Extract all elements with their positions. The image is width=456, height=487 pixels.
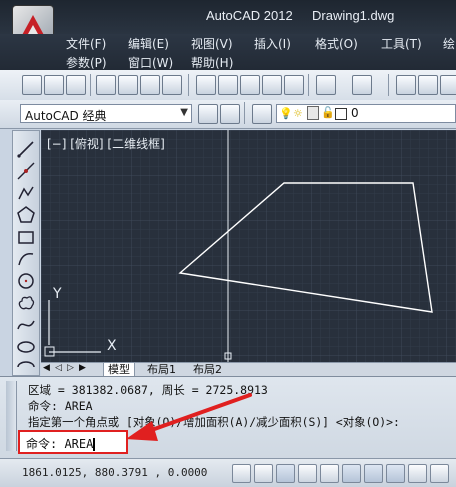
tab-layout1[interactable]: 布局1 xyxy=(143,363,180,377)
chevron-down-icon: ▼ xyxy=(180,107,188,118)
separator xyxy=(90,74,91,96)
publish-icon[interactable] xyxy=(140,75,160,95)
viewport-freeze-icon xyxy=(307,106,319,120)
polygon-icon[interactable] xyxy=(16,205,36,225)
rectangle-icon[interactable] xyxy=(16,227,36,247)
save-icon[interactable] xyxy=(66,75,86,95)
annotation-arrow xyxy=(126,393,252,441)
app-title: AutoCAD 2012 xyxy=(206,8,293,23)
paste-icon[interactable] xyxy=(240,75,260,95)
tab-nav-prev-icon[interactable]: ◁ xyxy=(55,363,62,373)
document-title: Drawing1.dwg xyxy=(312,8,395,23)
title-bar: AutoCAD 2012 Drawing1.dwg xyxy=(0,0,456,34)
3d-object-snap-icon[interactable] xyxy=(364,464,383,483)
layer-color-swatch xyxy=(335,108,347,120)
dynamic-input-icon[interactable] xyxy=(430,464,449,483)
menu-edit[interactable]: 编辑(E) xyxy=(128,35,169,52)
layer-name: 0 xyxy=(351,106,359,120)
ortho-mode-icon[interactable] xyxy=(298,464,317,483)
separator xyxy=(308,74,309,96)
match-properties-icon[interactable] xyxy=(262,75,282,95)
command-input[interactable]: 命令: AREA xyxy=(18,430,128,454)
draw-toolbar xyxy=(12,130,40,376)
infer-constraints-icon[interactable] xyxy=(232,464,251,483)
toolbar-lock-icon[interactable] xyxy=(220,104,240,124)
dynamic-ucs-icon[interactable] xyxy=(408,464,427,483)
lightbulb-icon: 💡 xyxy=(279,107,293,120)
drawing-canvas[interactable]: [−] [俯视] [二维线框] Y X xyxy=(41,130,456,362)
separator xyxy=(188,74,189,96)
standard-toolbar xyxy=(0,70,456,101)
menu-parametric[interactable]: 参数(P) xyxy=(66,54,107,71)
viewport-controls-label[interactable]: [−] [俯视] [二维线框] xyxy=(47,135,165,152)
command-window-grip[interactable] xyxy=(6,381,17,451)
ellipse-icon[interactable] xyxy=(16,337,36,357)
tab-nav-next-icon[interactable]: ▷ xyxy=(67,363,74,373)
tab-layout2[interactable]: 布局2 xyxy=(189,363,226,377)
menu-bar: 文件(F) 编辑(E) 视图(V) 插入(I) 格式(O) 工具(T) 绘 参数… xyxy=(0,34,456,70)
circle-icon[interactable] xyxy=(16,271,36,291)
menu-insert[interactable]: 插入(I) xyxy=(254,35,291,52)
command-history-line: 命令: AREA xyxy=(28,399,93,413)
arc-icon[interactable] xyxy=(16,249,36,269)
copy-icon[interactable] xyxy=(218,75,238,95)
print-icon[interactable] xyxy=(96,75,116,95)
workspace-dropdown[interactable]: AutoCAD 经典 ▼ xyxy=(20,104,192,123)
ucs-x-label: X xyxy=(107,338,117,354)
menu-tools[interactable]: 工具(T) xyxy=(381,35,422,52)
object-snap-icon[interactable] xyxy=(342,464,361,483)
grid-display-icon[interactable] xyxy=(276,464,295,483)
separator xyxy=(388,74,389,96)
workspace-settings-gear-icon[interactable] xyxy=(198,104,218,124)
construction-line-icon[interactable] xyxy=(16,161,36,181)
new-file-icon[interactable] xyxy=(22,75,42,95)
menu-format[interactable]: 格式(O) xyxy=(315,35,358,52)
command-input-text: 命令: AREA xyxy=(26,437,94,451)
layout-tabs: ◀ ◁ ▷ ▶ 模型 布局1 布局2 xyxy=(41,362,456,378)
polar-tracking-icon[interactable] xyxy=(320,464,339,483)
polyline-icon[interactable] xyxy=(16,183,36,203)
plot-preview-icon[interactable] xyxy=(118,75,138,95)
menu-file[interactable]: 文件(F) xyxy=(66,35,106,52)
revision-cloud-icon[interactable] xyxy=(16,293,36,313)
open-file-icon[interactable] xyxy=(44,75,64,95)
layer-dropdown[interactable]: 💡 ☼ 🔓 0 xyxy=(276,104,456,123)
menu-help[interactable]: 帮助(H) xyxy=(191,54,233,71)
zoom-realtime-icon[interactable] xyxy=(418,75,438,95)
ucs-y-label: Y xyxy=(53,286,62,302)
block-editor-icon[interactable] xyxy=(284,75,304,95)
menu-view[interactable]: 视图(V) xyxy=(191,35,233,52)
coordinates-readout: 1861.0125, 880.3791 , 0.0000 xyxy=(22,466,208,479)
grid-overlay xyxy=(41,130,456,362)
status-bar: 1861.0125, 880.3791 , 0.0000 xyxy=(0,458,456,487)
layer-properties-icon[interactable] xyxy=(252,104,272,124)
object-snap-tracking-icon[interactable] xyxy=(386,464,405,483)
pan-icon[interactable] xyxy=(396,75,416,95)
tab-nav-last-icon[interactable]: ▶ xyxy=(79,363,86,373)
3d-print-icon[interactable] xyxy=(162,75,182,95)
ellipse-arc-icon[interactable] xyxy=(16,357,36,377)
menu-window[interactable]: 窗口(W) xyxy=(128,54,173,71)
unlock-icon: 🔓 xyxy=(321,106,335,119)
menu-draw[interactable]: 绘 xyxy=(443,35,455,52)
spline-icon[interactable] xyxy=(16,315,36,335)
redo-icon[interactable] xyxy=(352,75,372,95)
sun-icon: ☼ xyxy=(293,107,303,120)
separator xyxy=(244,102,245,124)
tab-nav-first-icon[interactable]: ◀ xyxy=(43,363,50,373)
snap-mode-icon[interactable] xyxy=(254,464,273,483)
undo-icon[interactable] xyxy=(316,75,336,95)
cut-icon[interactable] xyxy=(196,75,216,95)
line-tool-icon[interactable] xyxy=(16,139,36,159)
zoom-window-icon[interactable] xyxy=(440,75,456,95)
workspace-selected: AutoCAD 经典 xyxy=(25,109,107,123)
text-caret xyxy=(93,438,96,451)
